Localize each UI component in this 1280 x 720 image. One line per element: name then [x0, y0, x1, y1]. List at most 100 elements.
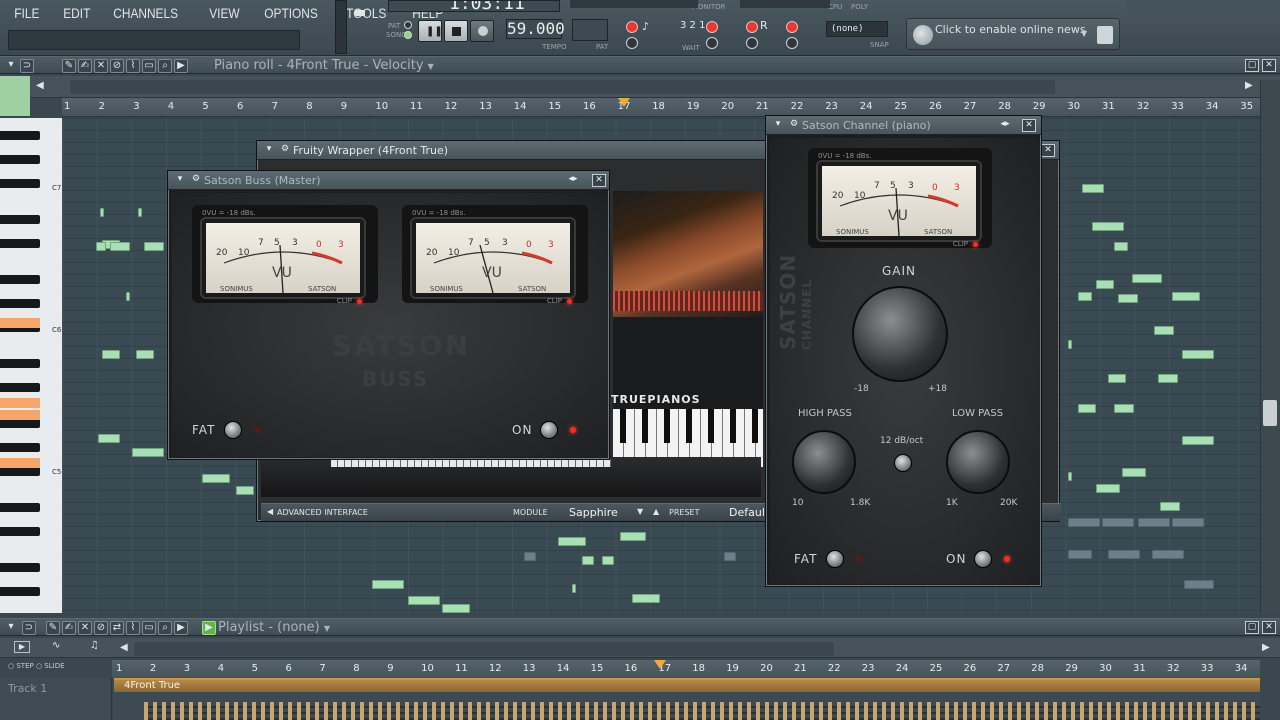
- note[interactable]: [1114, 404, 1134, 413]
- note[interactable]: [96, 242, 106, 251]
- note[interactable]: [582, 556, 594, 565]
- note[interactable]: [632, 594, 660, 603]
- menu-tools[interactable]: TOOLS: [342, 5, 391, 21]
- note[interactable]: [132, 448, 164, 457]
- pattern-play-icon[interactable]: ▶: [202, 621, 216, 635]
- black-key[interactable]: [0, 239, 40, 248]
- fx-toggle[interactable]: [786, 21, 798, 33]
- note[interactable]: [1082, 184, 1104, 193]
- note[interactable]: [1122, 468, 1146, 477]
- note[interactable]: [236, 486, 254, 495]
- note[interactable]: [1132, 274, 1162, 283]
- note[interactable]: [572, 584, 576, 593]
- piano-roll-menu-icon[interactable]: ▾: [4, 59, 18, 73]
- slope-toggle[interactable]: [894, 454, 912, 472]
- playlist-maximize-button[interactable]: ▢: [1245, 621, 1259, 634]
- channel-titlebar[interactable]: ▾ ⚙ Satson Channel (piano) ◂▸ ✕: [766, 116, 1041, 135]
- playhead-marker[interactable]: [618, 98, 630, 107]
- black-key[interactable]: [0, 443, 40, 452]
- velocity-selector[interactable]: Velocity: [373, 58, 424, 73]
- buss-close-button[interactable]: ✕: [592, 174, 606, 187]
- note[interactable]: [408, 596, 440, 605]
- black-key[interactable]: [0, 215, 40, 224]
- playlist-scroll-track[interactable]: [134, 642, 834, 656]
- track-header[interactable]: Track 1: [0, 678, 112, 720]
- module-down-icon[interactable]: ▼: [637, 507, 643, 516]
- pattern-clip[interactable]: 4Front True: [114, 678, 1260, 720]
- channel-menu-icon[interactable]: ▾: [771, 119, 785, 132]
- piano-roll-ruler[interactable]: 1 2 3 4 5 6 7 8 9 10 11 12 13 14 15 16 17 18 19 20 21 22 23 24 2…: [62, 98, 1260, 117]
- channel-prev-button[interactable]: ◂▸: [998, 119, 1012, 132]
- record-loop-toggle[interactable]: [746, 37, 758, 49]
- vertical-slider-thumb[interactable]: [355, 10, 365, 16]
- draw-tool-icon[interactable]: ✎: [62, 59, 76, 73]
- buss-titlebar[interactable]: ▾ ⚙ Satson Buss (Master) ◂▸ ✕: [168, 171, 609, 190]
- wrapper-plug-icon[interactable]: ⚙: [278, 144, 292, 157]
- wait-toggle[interactable]: [626, 37, 638, 49]
- menu-file[interactable]: FILE: [10, 5, 44, 21]
- buss-prev-button[interactable]: ◂▸: [566, 174, 580, 187]
- paint-tool-icon[interactable]: ✍: [62, 621, 76, 635]
- tempo-display[interactable]: 59.000: [506, 19, 565, 39]
- note[interactable]: [1182, 436, 1214, 445]
- slide-radio[interactable]: ○: [36, 662, 42, 670]
- draw-tool-icon[interactable]: ✎: [46, 621, 60, 635]
- wrapper-menu-icon[interactable]: ▾: [262, 144, 276, 157]
- note[interactable]: [98, 434, 120, 443]
- black-key[interactable]: [0, 155, 40, 164]
- news-box[interactable]: Click to enable online news ▼: [906, 18, 1120, 50]
- black-key[interactable]: [0, 503, 40, 512]
- playlist-close-button[interactable]: ✕: [1262, 621, 1276, 634]
- channel-plug-icon[interactable]: ⚙: [787, 119, 801, 132]
- blend-toggle[interactable]: [706, 21, 718, 33]
- advanced-interface-link[interactable]: ADVANCED INTERFACE: [277, 508, 368, 517]
- note[interactable]: [372, 580, 404, 589]
- zoom-tool-icon[interactable]: ⌕: [158, 621, 172, 635]
- black-key[interactable]: [0, 275, 40, 284]
- note[interactable]: [1114, 242, 1128, 251]
- zoom-tool-icon[interactable]: ⌕: [158, 59, 172, 73]
- playlist-automation-icon[interactable]: ♫: [90, 640, 99, 651]
- wrapper-close-button[interactable]: ✕: [1041, 144, 1055, 157]
- stop-button[interactable]: [444, 20, 468, 42]
- playback-tool-icon[interactable]: ▶: [174, 59, 188, 73]
- snap-select[interactable]: (none): [826, 21, 888, 37]
- piano-keyboard[interactable]: C7 C6 C5: [0, 118, 62, 613]
- mute-tool-icon[interactable]: ⊘: [110, 59, 124, 73]
- delete-tool-icon[interactable]: ✕: [94, 59, 108, 73]
- note[interactable]: [100, 208, 104, 217]
- module-select[interactable]: Sapphire: [569, 506, 618, 519]
- playlist-scroll-right-icon[interactable]: ▶: [1262, 642, 1270, 653]
- pressed-key[interactable]: [0, 318, 40, 328]
- piano-black-keys[interactable]: [613, 409, 763, 443]
- slice-tool-icon[interactable]: ⌇: [126, 59, 140, 73]
- record-button[interactable]: [470, 20, 494, 42]
- scroll-right-icon[interactable]: ▶: [1245, 80, 1253, 91]
- playlist-pattern-icon[interactable]: ▶: [14, 641, 30, 653]
- playlist-scroll[interactable]: ▶ ∿ ♫ ◀ ▶: [0, 638, 1280, 658]
- note[interactable]: [144, 242, 164, 251]
- step-toggle[interactable]: [706, 37, 718, 49]
- black-key[interactable]: [0, 359, 40, 368]
- small-white-keys[interactable]: [331, 459, 611, 467]
- vertical-scroll-thumb[interactable]: [1263, 400, 1277, 426]
- playlist-audio-icon[interactable]: ∿: [52, 640, 60, 651]
- note[interactable]: [1172, 292, 1200, 301]
- scroll-handle[interactable]: [0, 76, 30, 116]
- black-key[interactable]: [0, 383, 40, 392]
- mute-tool-icon[interactable]: ⊘: [94, 621, 108, 635]
- note[interactable]: [136, 350, 154, 359]
- note[interactable]: [202, 474, 230, 483]
- playlist-scroll-left-icon[interactable]: ◀: [120, 642, 128, 653]
- note[interactable]: [558, 537, 586, 546]
- note[interactable]: [1108, 374, 1126, 383]
- on-toggle[interactable]: [974, 550, 992, 568]
- playback-tool-icon[interactable]: ▶: [174, 621, 188, 635]
- note[interactable]: [1160, 502, 1180, 511]
- playlist-playhead[interactable]: [654, 660, 666, 669]
- pattern-display[interactable]: [572, 19, 608, 41]
- note[interactable]: [1092, 222, 1124, 231]
- pressed-key[interactable]: [0, 398, 40, 408]
- black-key[interactable]: [0, 419, 40, 428]
- preset-select[interactable]: Default: [729, 506, 769, 519]
